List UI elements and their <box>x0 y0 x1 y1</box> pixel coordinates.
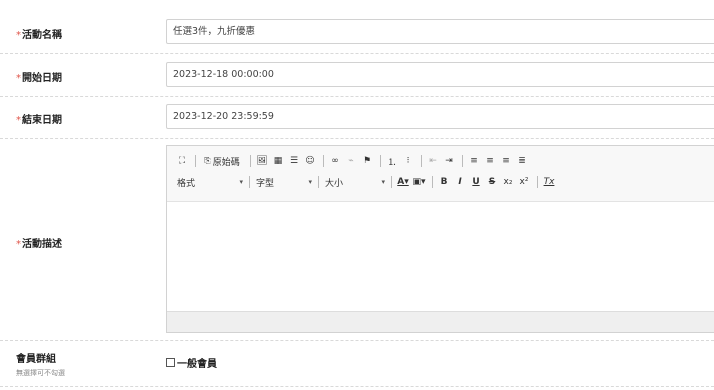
source-button[interactable]: ⎘ 原始碼 <box>200 153 244 169</box>
align-justify-icon[interactable]: ≣ <box>515 153 529 169</box>
toolbar-separator <box>421 155 422 167</box>
indent-icon[interactable]: ⇥ <box>442 153 456 169</box>
italic-icon[interactable]: I <box>453 174 467 190</box>
editor-content-area[interactable] <box>167 202 714 312</box>
bold-icon[interactable]: B <box>437 174 451 190</box>
link-icon[interactable]: ∞ <box>328 153 342 169</box>
align-right-icon[interactable]: ≡ <box>499 153 513 169</box>
chevron-down-icon: ▾ <box>381 178 385 186</box>
anchor-icon[interactable]: ⚑ <box>360 153 374 169</box>
size-dropdown[interactable]: 大小 ▾ <box>323 174 387 190</box>
chevron-down-icon: ▾ <box>239 178 243 186</box>
toolbar-separator <box>323 155 324 167</box>
underline-icon[interactable]: U <box>469 174 483 190</box>
align-left-icon[interactable]: ≡ <box>467 153 481 169</box>
horizontal-line-icon[interactable]: ☰ <box>287 153 301 169</box>
row-member-group <box>0 340 714 387</box>
toolbar-separator <box>249 176 250 188</box>
bg-color-icon[interactable]: ▣▾ <box>412 174 426 190</box>
toolbar-separator <box>462 155 463 167</box>
emoji-icon[interactable]: ☺ <box>303 153 317 169</box>
label-description: *活動描述 <box>16 239 62 250</box>
maximize-icon[interactable]: ⛶ <box>175 153 189 169</box>
subscript-icon[interactable]: x₂ <box>501 174 515 190</box>
rich-text-editor: ⛶ ⎘ 原始碼 🖼 ▦ ☰ ☺ ∞ ⌁ ⚑ ⒈ ⁝ ⇤ ⇥ ≡ ≡ ≡ ≣ 格式… <box>166 145 714 333</box>
editor-toolbar: ⛶ ⎘ 原始碼 🖼 ▦ ☰ ☺ ∞ ⌁ ⚑ ⒈ ⁝ ⇤ ⇥ ≡ ≡ ≡ ≣ 格式… <box>167 146 714 202</box>
toolbar-separator <box>537 176 538 188</box>
toolbar-separator <box>391 176 392 188</box>
superscript-icon[interactable]: x² <box>517 174 531 190</box>
toolbar-separator <box>380 155 381 167</box>
font-dropdown[interactable]: 字型 ▾ <box>254 174 314 190</box>
required-mark: * <box>16 239 21 250</box>
editor-status-bar <box>167 311 714 332</box>
chevron-down-icon: ▾ <box>308 178 312 186</box>
image-icon[interactable]: 🖼 <box>255 153 269 169</box>
toolbar-separator <box>195 155 196 167</box>
table-icon[interactable]: ▦ <box>271 153 285 169</box>
numbered-list-icon[interactable]: ⒈ <box>385 153 399 169</box>
align-center-icon[interactable]: ≡ <box>483 153 497 169</box>
toolbar-separator <box>432 176 433 188</box>
strike-icon[interactable]: S <box>485 174 499 190</box>
remove-format-icon[interactable]: Tx <box>542 174 556 190</box>
toolbar-separator <box>318 176 319 188</box>
unlink-icon[interactable]: ⌁ <box>344 153 358 169</box>
toolbar-row-1: ⛶ ⎘ 原始碼 🖼 ▦ ☰ ☺ ∞ ⌁ ⚑ ⒈ ⁝ ⇤ ⇥ ≡ ≡ ≡ ≣ <box>175 153 531 169</box>
toolbar-row-2: 格式 ▾ 字型 ▾ 大小 ▾ A▾ ▣▾ B I U S x₂ x² Tx <box>175 174 558 190</box>
text-color-icon[interactable]: A▾ <box>396 174 410 190</box>
format-dropdown[interactable]: 格式 ▾ <box>175 174 245 190</box>
source-icon: ⎘ <box>204 156 211 165</box>
bulleted-list-icon[interactable]: ⁝ <box>401 153 415 169</box>
toolbar-separator <box>250 155 251 167</box>
outdent-icon[interactable]: ⇤ <box>426 153 440 169</box>
